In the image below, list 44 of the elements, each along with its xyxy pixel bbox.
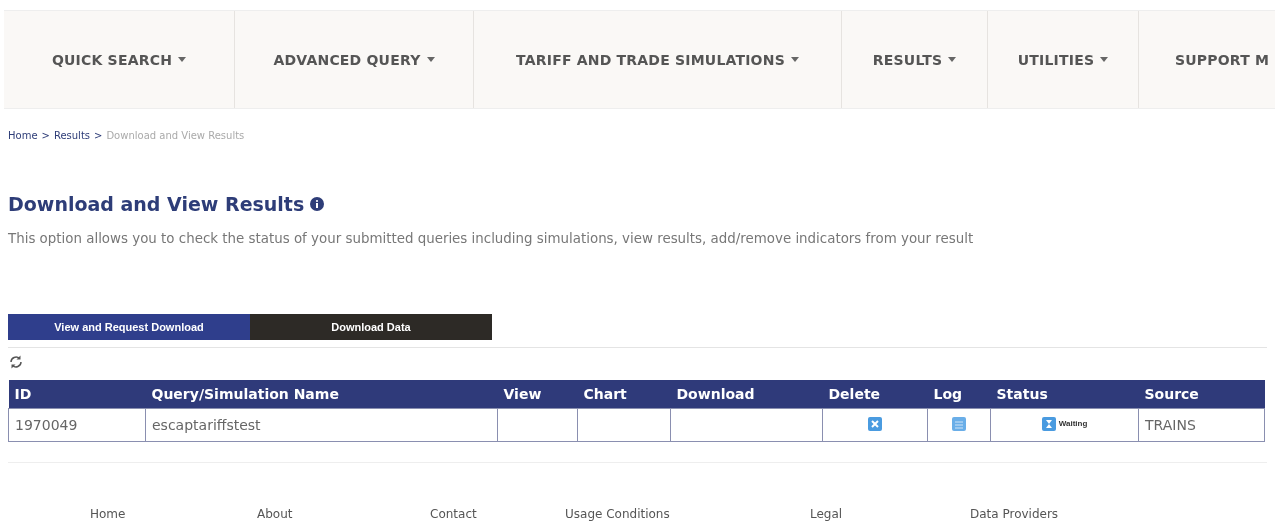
footer-link[interactable]: Data Providers [970,507,1059,521]
footer-link[interactable]: About [257,507,430,521]
log-icon[interactable] [952,416,966,431]
caret-icon [790,57,799,62]
column-header: Source [1138,380,1265,409]
column-header: Status [990,380,1139,409]
nav-menu-item[interactable]: RESULTS [842,11,988,108]
footer-link[interactable]: Usage Conditions [565,507,810,521]
breadcrumb-separator: > [94,130,103,141]
info-icon[interactable] [310,197,325,211]
caret-icon [426,57,435,62]
nav-menu-item[interactable]: ADVANCED QUERY [235,11,474,108]
caret-icon [948,57,957,62]
tab[interactable]: View and Request Download [8,314,250,340]
column-header: Log [927,380,991,409]
column-header: Download [670,380,823,409]
nav-menu-item[interactable]: QUICK SEARCH [4,11,235,108]
nav-menu-item[interactable]: SUPPORT M [1139,11,1275,108]
status-text: Waiting [1058,419,1088,428]
footer-link[interactable]: Contact [430,507,565,521]
caret-icon [178,57,187,62]
page-title: Download and View Results [8,193,305,215]
description-text: This option allows you to check the status of your submitted queries including simulations, view results, add/remove indicators from your result [8,231,975,246]
breadcrumb-current: Download and View Results [106,130,245,141]
table-cell: TRAINS [1138,408,1265,442]
nav-menu-item[interactable]: TARIFF AND TRADE SIMULATIONS [474,11,842,108]
tab[interactable]: Download Data [250,314,492,340]
breadcrumb-separator: > [41,130,50,141]
delete-icon[interactable] [868,416,882,431]
column-header: Delete [822,380,928,409]
footer-link[interactable]: Home [90,507,257,521]
table-cell: 1970049 [8,408,146,442]
refresh-icon[interactable] [8,354,24,370]
column-header: Chart [577,380,671,409]
hourglass-icon[interactable] [1041,416,1056,431]
breadcrumb-link[interactable]: Home [8,130,38,141]
nav-menu-item[interactable]: UTILITIES [988,11,1139,108]
column-header: Query/Simulation Name [145,380,498,409]
column-header: View [497,380,578,409]
caret-icon [1100,57,1109,62]
table-cell: escaptariffstest [145,408,498,442]
column-header: ID [8,380,146,409]
breadcrumb-link[interactable]: Results [53,130,91,141]
footer-link[interactable]: Legal [810,507,970,521]
